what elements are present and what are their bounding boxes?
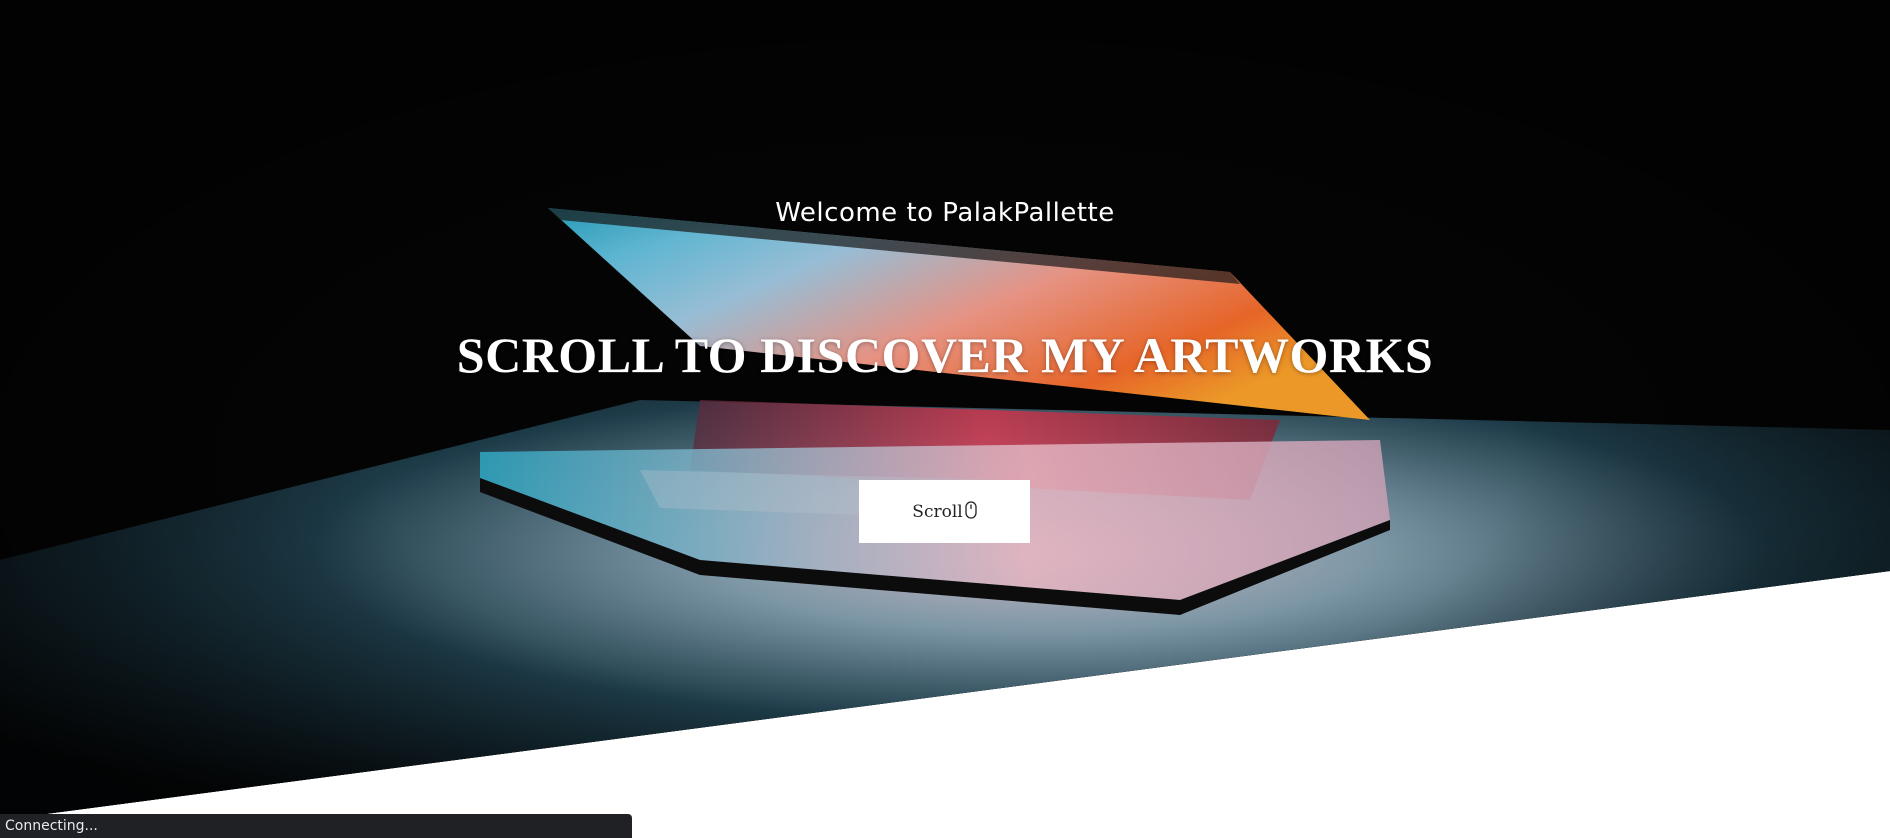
hero-headline: SCROLL TO DISCOVER MY ARTWORKS (456, 327, 1434, 383)
scroll-button[interactable]: Scroll (859, 480, 1030, 543)
page: Welcome to PalakPallette SCROLL TO DISCO… (0, 0, 1890, 838)
welcome-text: Welcome to PalakPallette (775, 198, 1115, 228)
hero-section: Welcome to PalakPallette SCROLL TO DISCO… (0, 0, 1890, 820)
browser-status-bar: Connecting... (0, 814, 632, 838)
scroll-button-label: Scroll (912, 501, 963, 522)
hero-content: Welcome to PalakPallette SCROLL TO DISCO… (0, 0, 1890, 820)
mouse-icon (965, 500, 977, 519)
